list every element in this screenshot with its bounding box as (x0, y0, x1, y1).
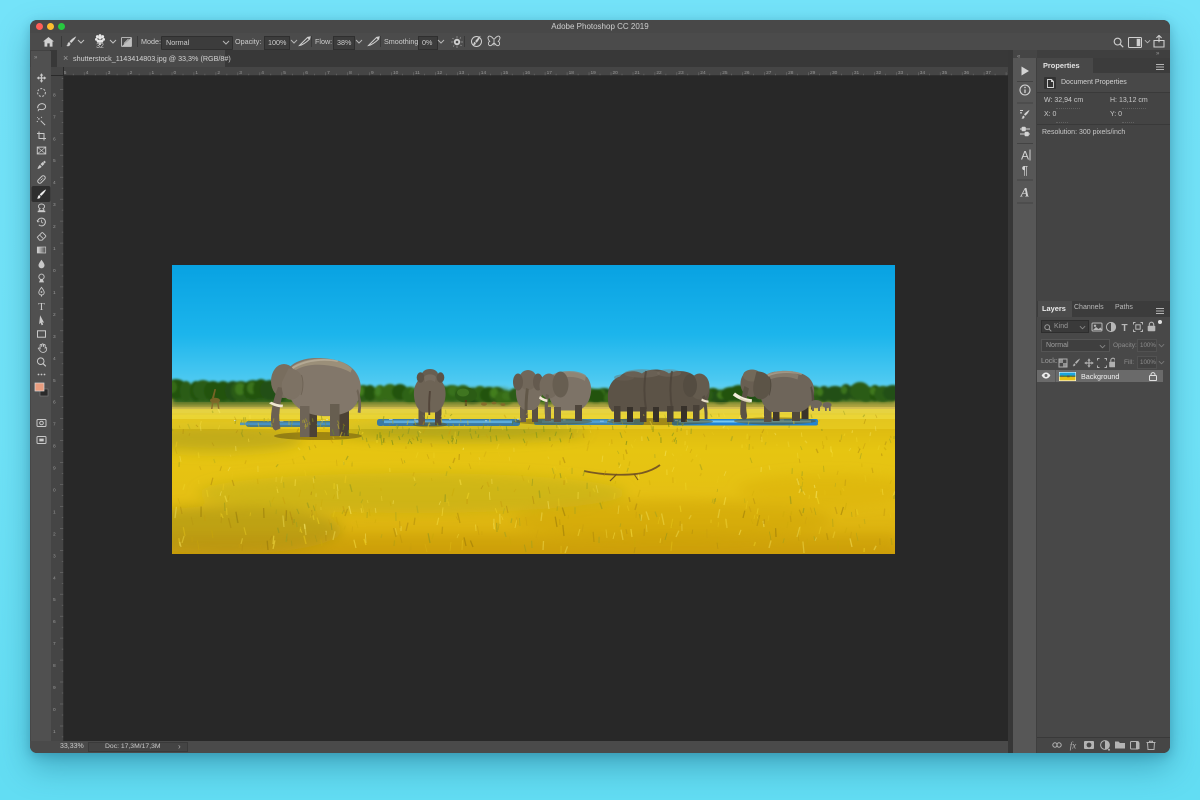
svg-text:27: 27 (766, 70, 772, 76)
svg-text:14: 14 (481, 70, 487, 76)
svg-text:6: 6 (53, 136, 56, 142)
svg-text:7: 7 (53, 422, 56, 428)
svg-text:1: 1 (53, 729, 56, 735)
svg-text:4: 4 (261, 70, 264, 76)
svg-text:10: 10 (393, 70, 399, 76)
svg-text:22: 22 (656, 70, 662, 76)
svg-text:A: A (1020, 185, 1030, 200)
svg-text:0: 0 (53, 707, 56, 713)
svg-text:1: 1 (152, 70, 155, 76)
svg-text:16: 16 (525, 70, 531, 76)
svg-text:T: T (38, 301, 45, 313)
svg-text:7: 7 (53, 641, 56, 647)
svg-text:0: 0 (53, 268, 56, 274)
svg-text:11: 11 (415, 70, 420, 76)
svg-text:20: 20 (613, 70, 619, 76)
svg-text:4: 4 (53, 575, 56, 581)
svg-text:34: 34 (920, 70, 926, 76)
svg-text:8: 8 (53, 663, 56, 669)
svg-text:3: 3 (53, 553, 56, 559)
svg-text:37: 37 (986, 70, 992, 76)
svg-text:2: 2 (53, 531, 56, 537)
svg-text:8: 8 (53, 92, 56, 98)
svg-text:31: 31 (854, 70, 860, 76)
svg-text:24: 24 (700, 70, 706, 76)
svg-text:3: 3 (53, 334, 56, 340)
svg-text:26: 26 (744, 70, 750, 76)
svg-text:19: 19 (591, 70, 597, 76)
svg-text:15: 15 (503, 70, 509, 76)
svg-text:1: 1 (195, 70, 198, 76)
svg-text:9: 9 (371, 70, 374, 76)
svg-text:33: 33 (898, 70, 904, 76)
svg-text:9: 9 (53, 466, 56, 472)
svg-text:3: 3 (108, 70, 111, 76)
svg-text:6: 6 (305, 70, 308, 76)
svg-text:4: 4 (53, 356, 56, 362)
svg-text:29: 29 (810, 70, 816, 76)
svg-text:«: « (1017, 54, 1021, 60)
svg-text:21: 21 (635, 70, 641, 76)
svg-text:9: 9 (53, 685, 56, 691)
svg-text:2: 2 (53, 312, 56, 318)
svg-text:6: 6 (53, 400, 56, 406)
svg-text:4: 4 (53, 180, 56, 186)
svg-text:23: 23 (678, 70, 684, 76)
svg-text:7: 7 (327, 70, 330, 76)
svg-text:T: T (1121, 323, 1127, 334)
svg-text:32: 32 (876, 70, 882, 76)
svg-text:2: 2 (53, 224, 56, 230)
svg-text:35: 35 (942, 70, 948, 76)
svg-text:8: 8 (53, 444, 56, 450)
svg-text:2: 2 (130, 70, 133, 76)
svg-text:5: 5 (283, 70, 286, 76)
svg-text:8: 8 (349, 70, 352, 76)
svg-text:12: 12 (437, 70, 443, 76)
svg-text:25: 25 (722, 70, 728, 76)
svg-text:3: 3 (239, 70, 242, 76)
svg-text:5: 5 (53, 158, 56, 164)
svg-text:fx: fx (1070, 741, 1077, 751)
svg-text:5: 5 (53, 597, 56, 603)
svg-text:30: 30 (832, 70, 838, 76)
svg-text:0: 0 (174, 70, 177, 76)
svg-text:0: 0 (53, 488, 56, 494)
svg-text:¶: ¶ (1022, 164, 1028, 178)
svg-text:17: 17 (547, 70, 553, 76)
svg-text:3: 3 (53, 202, 56, 208)
svg-text:1: 1 (53, 290, 56, 296)
svg-text:13: 13 (459, 70, 465, 76)
svg-text:5: 5 (53, 378, 56, 384)
svg-text:1: 1 (53, 509, 56, 515)
svg-text:18: 18 (569, 70, 575, 76)
svg-text:36: 36 (964, 70, 970, 76)
svg-text:4: 4 (86, 70, 89, 76)
svg-text:5: 5 (64, 70, 67, 76)
svg-text:1: 1 (53, 246, 56, 252)
svg-text:7: 7 (53, 114, 56, 120)
svg-text:6: 6 (53, 619, 56, 625)
svg-text:2: 2 (217, 70, 220, 76)
svg-text:A: A (1021, 149, 1029, 163)
svg-text:28: 28 (788, 70, 794, 76)
